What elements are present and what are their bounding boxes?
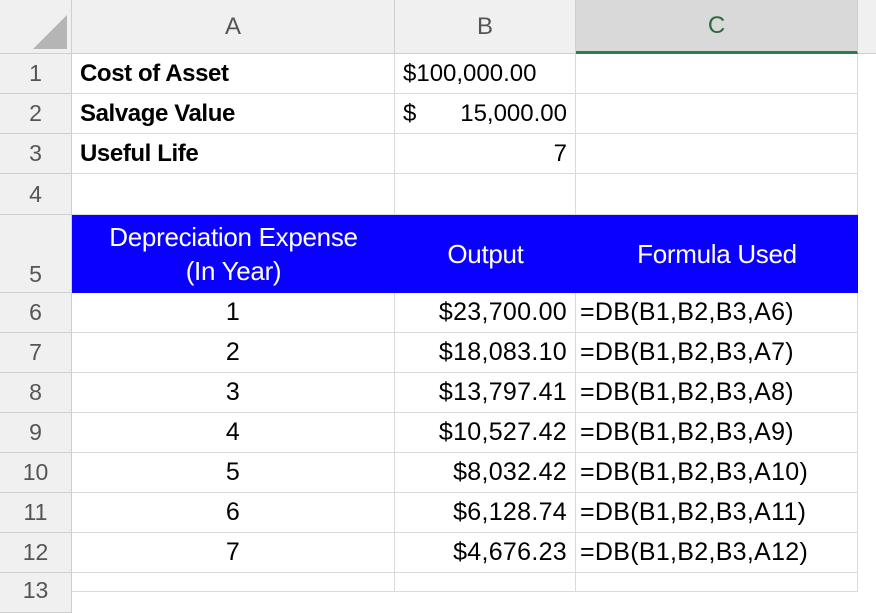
cell-c3[interactable]: [576, 134, 858, 174]
row-header-4[interactable]: 4: [0, 174, 72, 215]
output-cell[interactable]: $8,032.42: [395, 453, 576, 493]
row-header-8[interactable]: 8: [0, 373, 72, 413]
cell-b2[interactable]: $ 15,000.00: [395, 94, 576, 134]
formula-cell[interactable]: =DB(B1,B2,B3,A10): [576, 453, 858, 493]
currency-symbol: $: [403, 99, 417, 127]
formula-cell[interactable]: =DB(B1,B2,B3,A9): [576, 413, 858, 453]
row-header-1[interactable]: 1: [0, 54, 72, 94]
output-cell[interactable]: $6,128.74: [395, 493, 576, 533]
output-cell[interactable]: $18,083.10: [395, 333, 576, 373]
row-header-2[interactable]: 2: [0, 94, 72, 134]
output-cell[interactable]: $10,527.42: [395, 413, 576, 453]
row-header-7[interactable]: 7: [0, 333, 72, 373]
formula-cell[interactable]: =DB(B1,B2,B3,A6): [576, 293, 858, 333]
header-output[interactable]: Output: [395, 215, 576, 293]
header-depreciation-line1: Depreciation Expense: [109, 222, 358, 252]
row-header-12[interactable]: 12: [0, 533, 72, 573]
row-header-10[interactable]: 10: [0, 453, 72, 493]
row-header-3[interactable]: 3: [0, 134, 72, 174]
cell-c13[interactable]: [576, 573, 858, 592]
formula-cell[interactable]: =DB(B1,B2,B3,A8): [576, 373, 858, 413]
cell-b2-value: 15,000.00: [460, 99, 567, 127]
row-header-11[interactable]: 11: [0, 493, 72, 533]
year-cell[interactable]: 1: [72, 293, 395, 333]
row-header-5[interactable]: 5: [0, 215, 72, 293]
cell-b13[interactable]: [395, 573, 576, 592]
year-cell[interactable]: 7: [72, 533, 395, 573]
year-cell[interactable]: 4: [72, 413, 395, 453]
cell-b1[interactable]: $100,000.00: [395, 54, 576, 94]
column-header-c[interactable]: C: [576, 0, 858, 54]
row-header-9[interactable]: 9: [0, 413, 72, 453]
formula-cell[interactable]: =DB(B1,B2,B3,A7): [576, 333, 858, 373]
cell-b4[interactable]: [395, 174, 576, 215]
column-header-a[interactable]: A: [72, 0, 395, 54]
cell-a3[interactable]: Useful Life: [72, 134, 395, 174]
formula-cell[interactable]: =DB(B1,B2,B3,A11): [576, 493, 858, 533]
row-header-13[interactable]: 13: [0, 573, 72, 613]
cell-b3[interactable]: 7: [395, 134, 576, 174]
output-cell[interactable]: $13,797.41: [395, 373, 576, 413]
cell-a2[interactable]: Salvage Value: [72, 94, 395, 134]
year-cell[interactable]: 6: [72, 493, 395, 533]
header-depreciation-expense[interactable]: Depreciation Expense (In Year): [72, 215, 395, 293]
column-d-cells[interactable]: [858, 54, 876, 592]
output-cell[interactable]: $4,676.23: [395, 533, 576, 573]
row-header-6[interactable]: 6: [0, 293, 72, 333]
header-formula-used[interactable]: Formula Used: [576, 215, 858, 293]
year-cell[interactable]: 2: [72, 333, 395, 373]
select-all-corner[interactable]: [0, 0, 72, 54]
year-cell[interactable]: 5: [72, 453, 395, 493]
cell-c1[interactable]: [576, 54, 858, 94]
cell-c2[interactable]: [576, 94, 858, 134]
header-depreciation-line2: (In Year): [185, 256, 282, 286]
cell-a4[interactable]: [72, 174, 395, 215]
select-all-triangle-icon: [33, 15, 67, 49]
formula-cell[interactable]: =DB(B1,B2,B3,A12): [576, 533, 858, 573]
column-header-b[interactable]: B: [395, 0, 576, 54]
cell-a1[interactable]: Cost of Asset: [72, 54, 395, 94]
year-cell[interactable]: 3: [72, 373, 395, 413]
column-header-d[interactable]: [858, 0, 876, 54]
cell-c4[interactable]: [576, 174, 858, 215]
output-cell[interactable]: $23,700.00: [395, 293, 576, 333]
cell-a13[interactable]: [72, 573, 395, 592]
